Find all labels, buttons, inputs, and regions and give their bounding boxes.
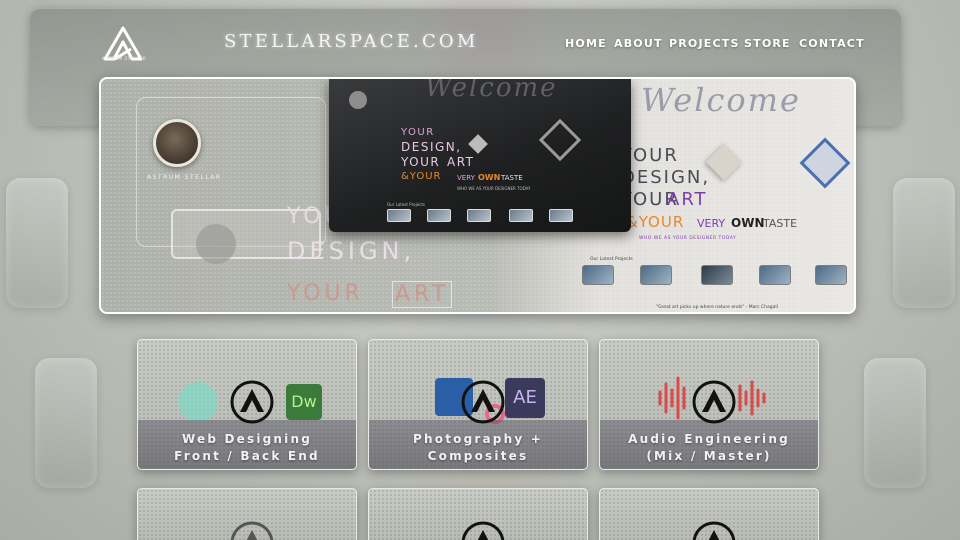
dark-project-thumb[interactable] [509, 209, 533, 222]
brand-logo-icon [230, 521, 274, 540]
software-icon [178, 382, 218, 422]
nav-about[interactable]: ABOUT [614, 37, 663, 50]
background-pill [893, 178, 955, 308]
service-card-partial[interactable] [368, 488, 588, 540]
brand-logo-icon [692, 521, 736, 540]
brand-logo-icon [230, 380, 274, 424]
dark-art: ART [447, 155, 475, 169]
dark-project-thumb[interactable] [549, 209, 573, 222]
dark-subline: WHO WE AS YOUR DESIGNER TODAY [457, 186, 531, 191]
service-card-partial[interactable] [599, 488, 819, 540]
dark-site-preview: Welcome YOUR DESIGN, YOUR ART &YOUR VERY… [329, 79, 631, 232]
brand-logo-icon [461, 521, 505, 540]
right-own: OWN [731, 216, 765, 230]
dark-project-thumb[interactable] [427, 209, 451, 222]
background-pill [864, 358, 926, 488]
nav-contact[interactable]: CONTACT [799, 37, 865, 50]
dark-own: OWN [478, 173, 501, 182]
after-effects-icon: AE [505, 378, 545, 418]
dreamweaver-icon: Dw [286, 384, 322, 420]
right-quote: "Great art picks up where nature ends" -… [656, 305, 778, 310]
service-card-web-design[interactable]: Dw Web Designing Front / Back End [137, 339, 357, 470]
service-card-audio[interactable]: Audio Engineering (Mix / Master) [599, 339, 819, 470]
right-project-thumb[interactable] [640, 265, 672, 285]
logo-caption: ASTRUM STELLAR [101, 57, 147, 62]
main-nav: HOME ABOUT PROJECTS STORE CONTACT [0, 37, 960, 53]
hero-headline-design: DESIGN, [287, 237, 416, 265]
brand-logo-icon [461, 380, 505, 424]
right-taste: TASTE [763, 217, 798, 230]
dark-project-thumb[interactable] [387, 209, 411, 222]
avatar [153, 119, 201, 167]
right-project-thumb[interactable] [582, 265, 614, 285]
service-title-line2: (Mix / Master) [646, 449, 772, 463]
dark-taste: TASTE [501, 174, 523, 182]
mockup-emblem [196, 224, 236, 264]
dark-very: VERY [457, 174, 475, 182]
service-title-line1: Web Designing [181, 432, 313, 446]
dark-your2: YOUR [401, 155, 441, 169]
hero-showcase[interactable]: ASTRUM STELLAR YOUR DESIGN, YOUR ART Wel… [99, 77, 856, 314]
hero-headline-your2: YOUR [287, 281, 364, 306]
right-design: DESIGN, [621, 167, 711, 188]
background-pill [6, 178, 68, 308]
nav-store[interactable]: STORE [744, 37, 791, 50]
service-title-line2: Front / Back End [174, 449, 320, 463]
right-subline: WHO WE AS YOUR DESIGNER TODAY [639, 236, 737, 241]
dark-diamond [468, 134, 488, 154]
hero-headline-art: ART [392, 281, 453, 308]
service-card-partial[interactable] [137, 488, 357, 540]
background-pill [35, 358, 97, 488]
nav-home[interactable]: HOME [565, 37, 607, 50]
welcome-script-right: Welcome [641, 81, 801, 119]
service-title-line2: Composites [427, 449, 529, 463]
dark-avatar [349, 91, 367, 109]
right-project-thumb[interactable] [759, 265, 791, 285]
dark-logo-diamond [538, 118, 582, 162]
right-project-thumb[interactable] [701, 265, 733, 285]
brand-logo-icon [692, 380, 736, 424]
dark-project-thumb[interactable] [467, 209, 491, 222]
right-art: ART [667, 189, 708, 210]
right-latest-label: Our Latest Projects [590, 257, 633, 262]
dark-ampersand-your: &YOUR [401, 171, 442, 182]
service-title-line1: Photography + [413, 432, 543, 446]
right-project-thumb[interactable] [815, 265, 847, 285]
avatar-name: ASTRUM STELLAR [147, 174, 222, 181]
dark-welcome-script: Welcome [425, 77, 558, 103]
right-very: VERY [697, 217, 726, 230]
right-ampersand-your: &YOUR [626, 213, 685, 231]
dark-your: YOUR [401, 127, 435, 138]
service-card-photography[interactable]: AE Photography + Composites [368, 339, 588, 470]
dark-latest-label: Our Latest Projects [387, 202, 426, 207]
service-title-line1: Audio Engineering [628, 432, 790, 446]
dark-design: DESIGN, [401, 140, 462, 154]
nav-projects[interactable]: PROJECTS [669, 37, 740, 50]
